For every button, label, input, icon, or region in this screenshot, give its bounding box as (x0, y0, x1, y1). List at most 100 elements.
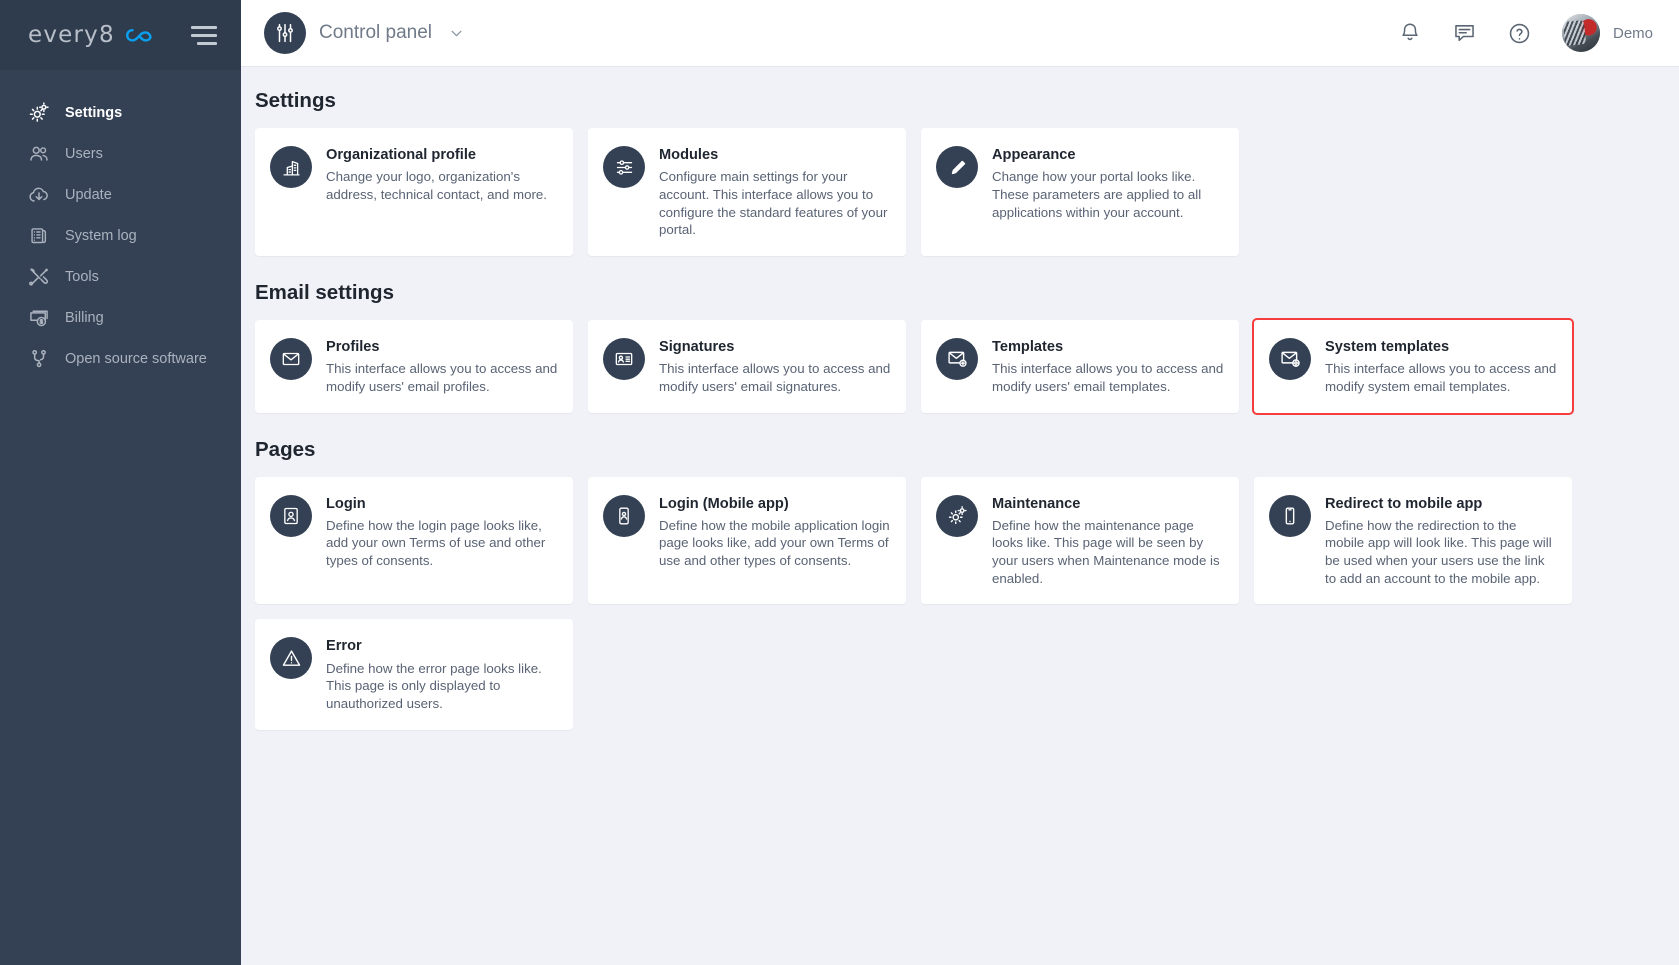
appearance-pen-icon (936, 146, 978, 188)
section-title: Pages (255, 438, 1679, 462)
card-organizational-profile[interactable]: Organizational profile Change your logo,… (255, 128, 573, 256)
topbar: Control panel (241, 0, 1679, 67)
card-text: Login (Mobile app) Define how the mobile… (659, 494, 891, 570)
topbar-title-group[interactable]: Control panel (264, 12, 464, 54)
card-description: This interface allows you to access and … (992, 360, 1224, 395)
card-text: Organizational profile Change your logo,… (326, 145, 558, 204)
email-card-grid: Profiles This interface allows you to ac… (241, 320, 1679, 413)
sidebar-item-users[interactable]: Users (0, 133, 241, 174)
card-description: Configure main settings for your account… (659, 168, 891, 239)
gears-icon (28, 102, 50, 124)
card-login-mobile-app[interactable]: Login (Mobile app) Define how the mobile… (588, 477, 906, 605)
user-name: Demo (1613, 25, 1653, 42)
users-icon (28, 143, 50, 165)
sliders-icon (264, 12, 306, 54)
card-title: Redirect to mobile app (1325, 495, 1557, 513)
content-area: Settings Organizational prof (241, 67, 1679, 965)
section-settings: Settings Organizational prof (241, 89, 1679, 256)
user-menu[interactable]: Demo (1562, 14, 1653, 52)
card-title: Login (326, 495, 558, 513)
sidebar-item-label: System log (65, 228, 137, 244)
sidebar-item-label: Update (65, 187, 112, 203)
card-login[interactable]: Login Define how the login page looks li… (255, 477, 573, 605)
avatar (1562, 14, 1600, 52)
card-title: Profiles (326, 338, 558, 356)
question-circle-icon[interactable] (1507, 21, 1532, 46)
hamburger-line (191, 34, 217, 37)
card-signatures[interactable]: Signatures This interface allows you to … (588, 320, 906, 413)
sidebar-item-update[interactable]: Update (0, 174, 241, 215)
warning-triangle-icon (270, 637, 312, 679)
card-text: Maintenance Define how the maintenance p… (992, 494, 1224, 588)
app-root: every8 (0, 0, 1679, 965)
maintenance-gears-icon (936, 495, 978, 537)
tools-icon (28, 266, 50, 288)
card-description: This interface allows you to access and … (1325, 360, 1557, 395)
modules-sliders-icon (603, 146, 645, 188)
card-description: Define how the maintenance page looks li… (992, 517, 1224, 588)
brand-logo[interactable]: every8 (28, 22, 154, 48)
sidebar-nav: Settings Users (0, 92, 241, 379)
mobile-phone-icon (1269, 495, 1311, 537)
infinity-icon (124, 27, 154, 44)
card-title: Appearance (992, 146, 1224, 164)
card-title: Login (Mobile app) (659, 495, 891, 513)
envelope-icon (270, 338, 312, 380)
card-text: Error Define how the error page looks li… (326, 636, 558, 712)
brand-name: every8 (28, 22, 115, 48)
sidebar-item-open-source-software[interactable]: Open source software (0, 338, 241, 379)
sidebar-item-label: Open source software (65, 351, 207, 367)
section-title: Email settings (255, 281, 1679, 305)
section-spacer (241, 256, 1679, 281)
bell-icon[interactable] (1398, 21, 1422, 45)
card-title: Signatures (659, 338, 891, 356)
sidebar-header: every8 (0, 0, 241, 70)
section-pages: Pages Login Define how the logi (241, 438, 1679, 730)
card-title: Organizational profile (326, 146, 558, 164)
card-description: Define how the login page looks like, ad… (326, 517, 558, 570)
logbook-icon (28, 225, 50, 247)
sidebar-item-billing[interactable]: Billing (0, 297, 241, 338)
card-description: Change how your portal looks like. These… (992, 168, 1224, 221)
card-title: System templates (1325, 338, 1557, 356)
sidebar-item-label: Settings (65, 105, 122, 121)
card-title: Modules (659, 146, 891, 164)
section-email-settings: Email settings Profiles This interface a… (241, 281, 1679, 413)
card-maintenance[interactable]: Maintenance Define how the maintenance p… (921, 477, 1239, 605)
hamburger-menu-icon[interactable] (189, 20, 219, 51)
card-error[interactable]: Error Define how the error page looks li… (255, 619, 573, 729)
hamburger-line (197, 42, 217, 45)
card-profiles[interactable]: Profiles This interface allows you to ac… (255, 320, 573, 413)
pages-card-grid: Login Define how the login page looks li… (241, 477, 1679, 730)
sidebar-item-tools[interactable]: Tools (0, 256, 241, 297)
chevron-down-icon[interactable] (449, 26, 464, 41)
card-text: Appearance Change how your portal looks … (992, 145, 1224, 221)
mobile-login-icon (603, 495, 645, 537)
card-appearance[interactable]: Appearance Change how your portal looks … (921, 128, 1239, 256)
sidebar-item-settings[interactable]: Settings (0, 92, 241, 133)
card-description: This interface allows you to access and … (326, 360, 558, 395)
card-modules[interactable]: Modules Configure main settings for your… (588, 128, 906, 256)
card-description: Define how the error page looks like. Th… (326, 660, 558, 713)
card-redirect-to-mobile-app[interactable]: Redirect to mobile app Define how the re… (1254, 477, 1572, 605)
card-text: Profiles This interface allows you to ac… (326, 337, 558, 396)
card-description: Change your logo, organization's address… (326, 168, 558, 203)
login-user-card-icon (270, 495, 312, 537)
envelope-settings-icon (936, 338, 978, 380)
sidebar: every8 (0, 0, 241, 965)
organization-building-icon (270, 146, 312, 188)
card-templates[interactable]: Templates This interface allows you to a… (921, 320, 1239, 413)
hamburger-line (191, 26, 217, 29)
section-spacer (241, 413, 1679, 438)
sidebar-item-system-log[interactable]: System log (0, 215, 241, 256)
settings-card-grid: Organizational profile Change your logo,… (241, 128, 1679, 256)
card-system-templates[interactable]: System templates This interface allows y… (1254, 320, 1572, 413)
card-text: Templates This interface allows you to a… (992, 337, 1224, 396)
card-text: Login Define how the login page looks li… (326, 494, 558, 570)
card-text: System templates This interface allows y… (1325, 337, 1557, 396)
chat-icon[interactable] (1452, 21, 1477, 46)
cloud-download-icon (28, 184, 50, 206)
card-text: Signatures This interface allows you to … (659, 337, 891, 396)
card-description: Define how the mobile application login … (659, 517, 891, 570)
section-title: Settings (255, 89, 1679, 113)
